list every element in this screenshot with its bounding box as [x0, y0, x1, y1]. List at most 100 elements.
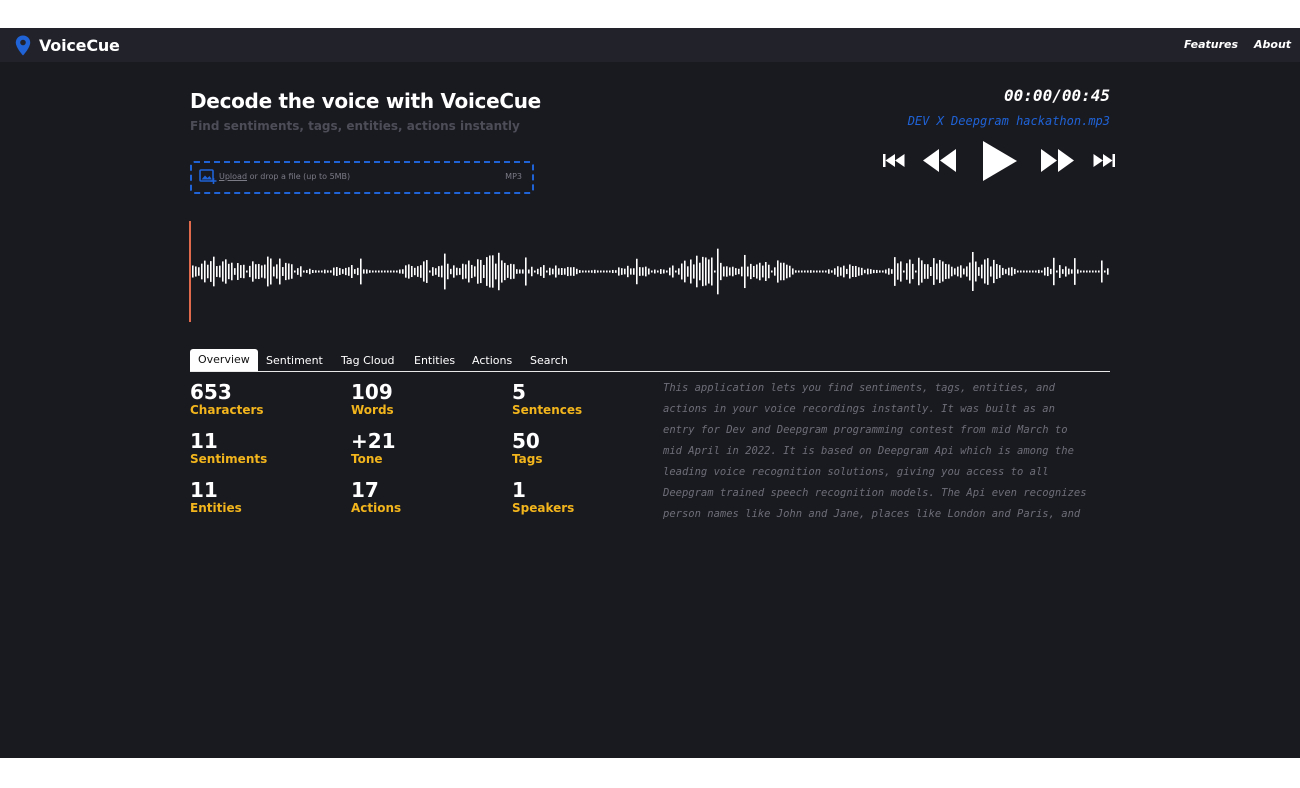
- skip-back-icon[interactable]: [882, 153, 906, 168]
- playhead[interactable]: [189, 221, 191, 322]
- waveform-bar: [561, 267, 563, 276]
- stat-value: 11: [190, 478, 218, 502]
- skip-forward-icon[interactable]: [1092, 153, 1116, 168]
- upload-link[interactable]: Upload: [219, 172, 247, 181]
- waveform-bar: [222, 261, 224, 282]
- rewind-icon[interactable]: [922, 148, 958, 173]
- waveform-bar: [360, 258, 362, 285]
- waveform-bar: [336, 267, 338, 276]
- waveform-bar: [909, 259, 911, 284]
- waveform-bar: [1077, 269, 1079, 274]
- waveform-bar: [1065, 266, 1067, 277]
- brand[interactable]: VoiceCue: [15, 34, 120, 56]
- waveform-bar: [684, 260, 686, 283]
- waveform-bar: [951, 266, 953, 277]
- waveform-bar: [681, 263, 683, 280]
- waveform-bar: [882, 270, 884, 273]
- stat-value: 17: [351, 478, 379, 502]
- waveform-bar: [1068, 268, 1070, 275]
- play-icon[interactable]: [980, 140, 1020, 182]
- stat-label: Words: [351, 403, 394, 417]
- waveform-bar: [612, 269, 614, 274]
- waveform-bar: [201, 263, 203, 280]
- waveform-bar: [960, 265, 962, 278]
- waveform-bar: [699, 262, 701, 281]
- waveform-bar: [648, 268, 650, 275]
- tab-sentiment[interactable]: Sentiment: [266, 350, 323, 371]
- waveform-bar: [519, 269, 521, 274]
- stat-value: 5: [512, 380, 526, 404]
- waveform-bar: [327, 270, 329, 273]
- upload-hint: or drop a file (up to 5MB): [247, 172, 351, 181]
- waveform-bar: [204, 260, 206, 283]
- tab-overview[interactable]: Overview: [190, 349, 258, 371]
- page-title: Decode the voice with VoiceCue: [190, 89, 541, 113]
- waveform-bar: [345, 267, 347, 276]
- waveform-bar: [981, 264, 983, 279]
- waveform-bar: [801, 270, 803, 273]
- waveform-bar: [408, 264, 410, 279]
- waveform-bar: [1026, 270, 1028, 273]
- waveform-bar: [831, 270, 833, 273]
- waveform-bar: [750, 263, 752, 280]
- waveform-bar: [984, 259, 986, 284]
- stat-label: Tags: [512, 452, 543, 466]
- waveform-bar: [990, 266, 992, 277]
- waveform-bar: [726, 266, 728, 277]
- stat-value: 50: [512, 429, 540, 453]
- waveform-bar: [417, 266, 419, 277]
- waveform-bar: [975, 261, 977, 282]
- waveform-bar: [645, 266, 647, 277]
- waveform-bar: [735, 268, 737, 275]
- waveform-bar: [240, 265, 242, 278]
- waveform-bar: [1035, 270, 1037, 273]
- waveform-bar: [468, 260, 470, 283]
- waveform-bar: [447, 263, 449, 280]
- waveform-bar: [777, 260, 779, 283]
- fast-forward-icon[interactable]: [1039, 148, 1075, 173]
- waveform-bar: [477, 259, 479, 284]
- waveform-bar: [198, 267, 200, 276]
- waveform-bar: [954, 268, 956, 275]
- waveform-bar: [306, 270, 308, 273]
- waveform-bar: [711, 257, 713, 286]
- nav-features-link[interactable]: Features: [1184, 38, 1238, 51]
- waveform-bar: [405, 265, 407, 278]
- waveform-bar: [537, 268, 539, 275]
- waveform-bar: [900, 261, 902, 282]
- waveform-bar: [300, 266, 302, 277]
- waveform-bar: [471, 264, 473, 279]
- waveform-bar: [849, 264, 851, 279]
- waveform-bar: [375, 270, 377, 273]
- stat-entities: 11 Entities: [190, 479, 242, 515]
- waveform-bar: [747, 266, 749, 277]
- nav-about-link[interactable]: About: [1254, 38, 1291, 51]
- waveform-bar: [1008, 267, 1010, 276]
- waveform-bar: [1062, 269, 1064, 274]
- tab-tag-cloud[interactable]: Tag Cloud: [341, 350, 395, 371]
- stat-label: Sentiments: [190, 452, 268, 466]
- waveform-bar: [732, 266, 734, 277]
- tab-entities[interactable]: Entities: [414, 350, 455, 371]
- waveform-bar: [723, 266, 725, 277]
- tab-search[interactable]: Search: [530, 350, 568, 371]
- waveform-bar: [312, 269, 314, 274]
- waveform-bar: [213, 256, 215, 287]
- waveform[interactable]: [189, 220, 1111, 323]
- tab-actions[interactable]: Actions: [472, 350, 512, 371]
- image-add-icon: [199, 169, 217, 189]
- waveform-bar: [891, 269, 893, 274]
- waveform-bar: [543, 265, 545, 278]
- waveform-bar: [297, 268, 299, 275]
- waveform-bar: [258, 263, 260, 280]
- waveform-bar: [825, 270, 827, 273]
- upload-dropzone[interactable]: Upload or drop a file (up to 5MB) MP3: [190, 161, 534, 194]
- waveform-bar: [357, 267, 359, 276]
- waveform-bar: [462, 263, 464, 280]
- waveform-bar: [606, 270, 608, 273]
- waveform-bar: [756, 264, 758, 279]
- waveform-bar: [915, 270, 917, 273]
- waveform-bar: [753, 265, 755, 278]
- waveform-bar: [774, 267, 776, 276]
- waveform-bar: [1095, 270, 1097, 273]
